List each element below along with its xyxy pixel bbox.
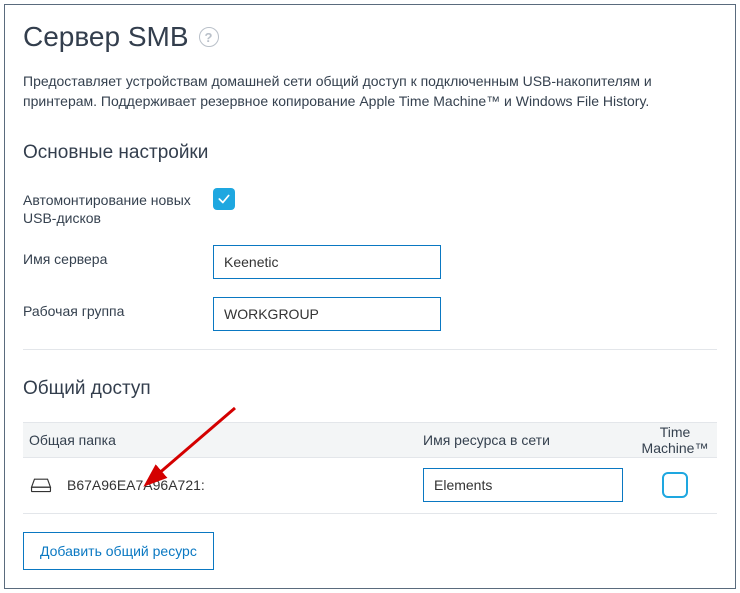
automount-row: Автомонтирование новых USB-дисков <box>23 186 717 227</box>
smb-server-panel: Сервер SMB ? Предоставляет устройствам д… <box>4 4 736 589</box>
folder-name: B67A96EA7A96A721: <box>67 477 205 493</box>
server-name-input[interactable] <box>213 245 441 279</box>
resource-name-input[interactable] <box>423 468 623 502</box>
table-row: B67A96EA7A96A721: <box>23 458 717 514</box>
col-header-resource: Имя ресурса в сети <box>423 432 633 448</box>
disk-icon <box>29 477 53 493</box>
workgroup-label: Рабочая группа <box>23 297 213 320</box>
workgroup-input[interactable] <box>213 297 441 331</box>
page-title: Сервер SMB <box>23 21 189 53</box>
server-name-label: Имя сервера <box>23 245 213 268</box>
add-share-button[interactable]: Добавить общий ресурс <box>23 532 214 570</box>
sharing-table: Общая папка Имя ресурса в сети Time Mach… <box>23 422 717 514</box>
server-name-row: Имя сервера <box>23 245 717 279</box>
workgroup-row: Рабочая группа <box>23 297 717 331</box>
sharing-title: Общий доступ <box>23 378 717 400</box>
automount-label: Автомонтирование новых USB-дисков <box>23 186 213 227</box>
page-title-row: Сервер SMB ? <box>23 21 717 53</box>
col-header-folder: Общая папка <box>23 432 423 448</box>
col-header-time-machine: Time Machine™ <box>633 424 717 456</box>
time-machine-checkbox[interactable] <box>662 472 688 498</box>
automount-checkbox[interactable] <box>213 188 235 210</box>
page-description: Предоставляет устройствам домашней сети … <box>23 71 717 112</box>
basic-settings-title: Основные настройки <box>23 142 717 164</box>
section-divider <box>23 349 717 350</box>
sharing-table-header: Общая папка Имя ресурса в сети Time Mach… <box>23 422 717 458</box>
check-icon <box>217 192 231 206</box>
help-icon[interactable]: ? <box>199 27 219 47</box>
